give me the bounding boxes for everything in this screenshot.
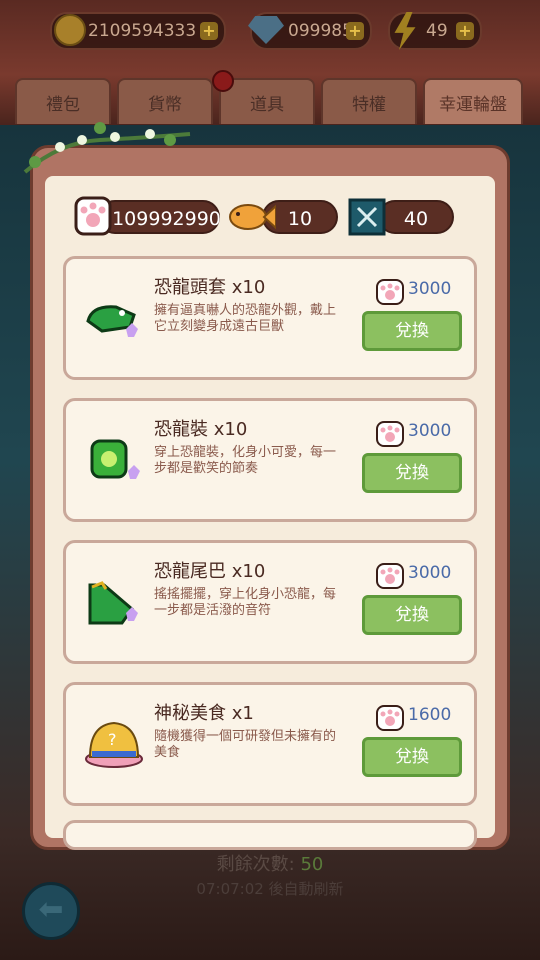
coin-counter: 2109594333 + <box>50 12 226 50</box>
add-energy-button[interactable]: + <box>456 22 474 40</box>
coin-icon <box>54 14 86 46</box>
tab-privilege[interactable]: 特權 <box>321 78 417 124</box>
item-description: 穿上恐龍裝，化身小可愛，每一步都是歡笑的節奏 <box>154 445 337 476</box>
exchange-button[interactable]: 兌換 <box>362 311 462 351</box>
paw-balance: 2109992990 <box>98 200 221 234</box>
add-gem-button[interactable]: + <box>346 22 364 40</box>
item-description: 搖搖擺擺，穿上化身小恐龍，每一步都是活潑的音符 <box>154 587 337 618</box>
item-description: 隨機獲得一個可研發但未擁有的美食 <box>154 729 337 760</box>
item-title: 恐龍裝 x10 <box>154 419 248 440</box>
gem-counter: 099985 + <box>248 12 372 50</box>
fish-icon <box>229 204 276 230</box>
item-card-dino-head: 恐龍頭套 x10 擁有逼真嚇人的恐龍外觀，戴上它立刻變身成遠古巨獸 3000 兌… <box>63 256 477 380</box>
mystery-food-icon: ? <box>85 721 143 768</box>
gem-amount: 099985 <box>288 21 353 41</box>
exchange-button[interactable]: 兌換 <box>362 737 462 777</box>
item-title: 神秘美食 x1 <box>154 703 254 724</box>
exchange-button[interactable]: 兌換 <box>362 453 462 493</box>
arrow-left-icon: ⬅ <box>38 892 64 927</box>
item-card-dino-suit: 恐龍裝 x10 穿上恐龍裝，化身小可愛，每一步都是歡笑的節奏 3000 兌換 <box>63 398 477 522</box>
item-card-mystery-food: ? 神秘美食 x1 隨機獲得一個可研發但未擁有的美食 1600 兌換 <box>63 682 477 806</box>
paw-price-icon <box>376 279 404 305</box>
coin-amount: 2109594333 <box>88 21 197 41</box>
tab-items[interactable]: 道具 <box>219 78 315 124</box>
remaining-number: 50 <box>300 854 324 875</box>
energy-amount: 49 <box>426 21 448 41</box>
lightning-icon <box>394 12 416 50</box>
refresh-timer: 07:07:02 後自動刷新 <box>196 880 344 898</box>
paw-price-icon <box>376 705 404 731</box>
item-price: 3000 <box>408 279 452 299</box>
item-title: 恐龍尾巴 x10 <box>154 561 266 582</box>
currency-bar: 2109594333 + 099985 + 49 + <box>0 12 540 50</box>
svg-text:?: ? <box>108 730 117 749</box>
remaining-count: 剩餘次數: 50 <box>0 850 540 876</box>
notification-dot-icon <box>212 70 234 92</box>
item-card-dino-tail: 恐龍尾巴 x10 搖搖擺擺，穿上化身小恐龍，每一步都是活潑的音符 3000 兌換 <box>63 540 477 664</box>
item-price: 3000 <box>408 421 452 441</box>
paw-icon <box>74 196 112 236</box>
add-coin-button[interactable]: + <box>200 22 218 40</box>
dino-tail-icon <box>88 581 138 625</box>
dino-head-icon <box>86 305 138 337</box>
book-balance: 40 <box>378 200 454 234</box>
energy-counter: 49 + <box>388 12 482 50</box>
paw-price-icon <box>376 421 404 447</box>
vine-decoration-icon <box>23 122 191 174</box>
dino-suit-icon <box>90 439 140 479</box>
paw-price-icon <box>376 563 404 589</box>
back-button[interactable]: ⬅ <box>22 882 80 940</box>
tab-lucky-wheel[interactable]: 幸運輪盤 <box>423 78 523 124</box>
remaining-label: 剩餘次數: <box>216 854 301 875</box>
book-icon <box>348 198 386 236</box>
item-price: 1600 <box>408 705 452 725</box>
item-card-partial <box>63 820 477 850</box>
item-title: 恐龍頭套 x10 <box>154 277 266 298</box>
gem-icon <box>248 16 284 44</box>
item-description: 擁有逼真嚇人的恐龍外觀，戴上它立刻變身成遠古巨獸 <box>154 303 337 334</box>
item-price: 3000 <box>408 563 452 583</box>
exchange-button[interactable]: 兌換 <box>362 595 462 635</box>
